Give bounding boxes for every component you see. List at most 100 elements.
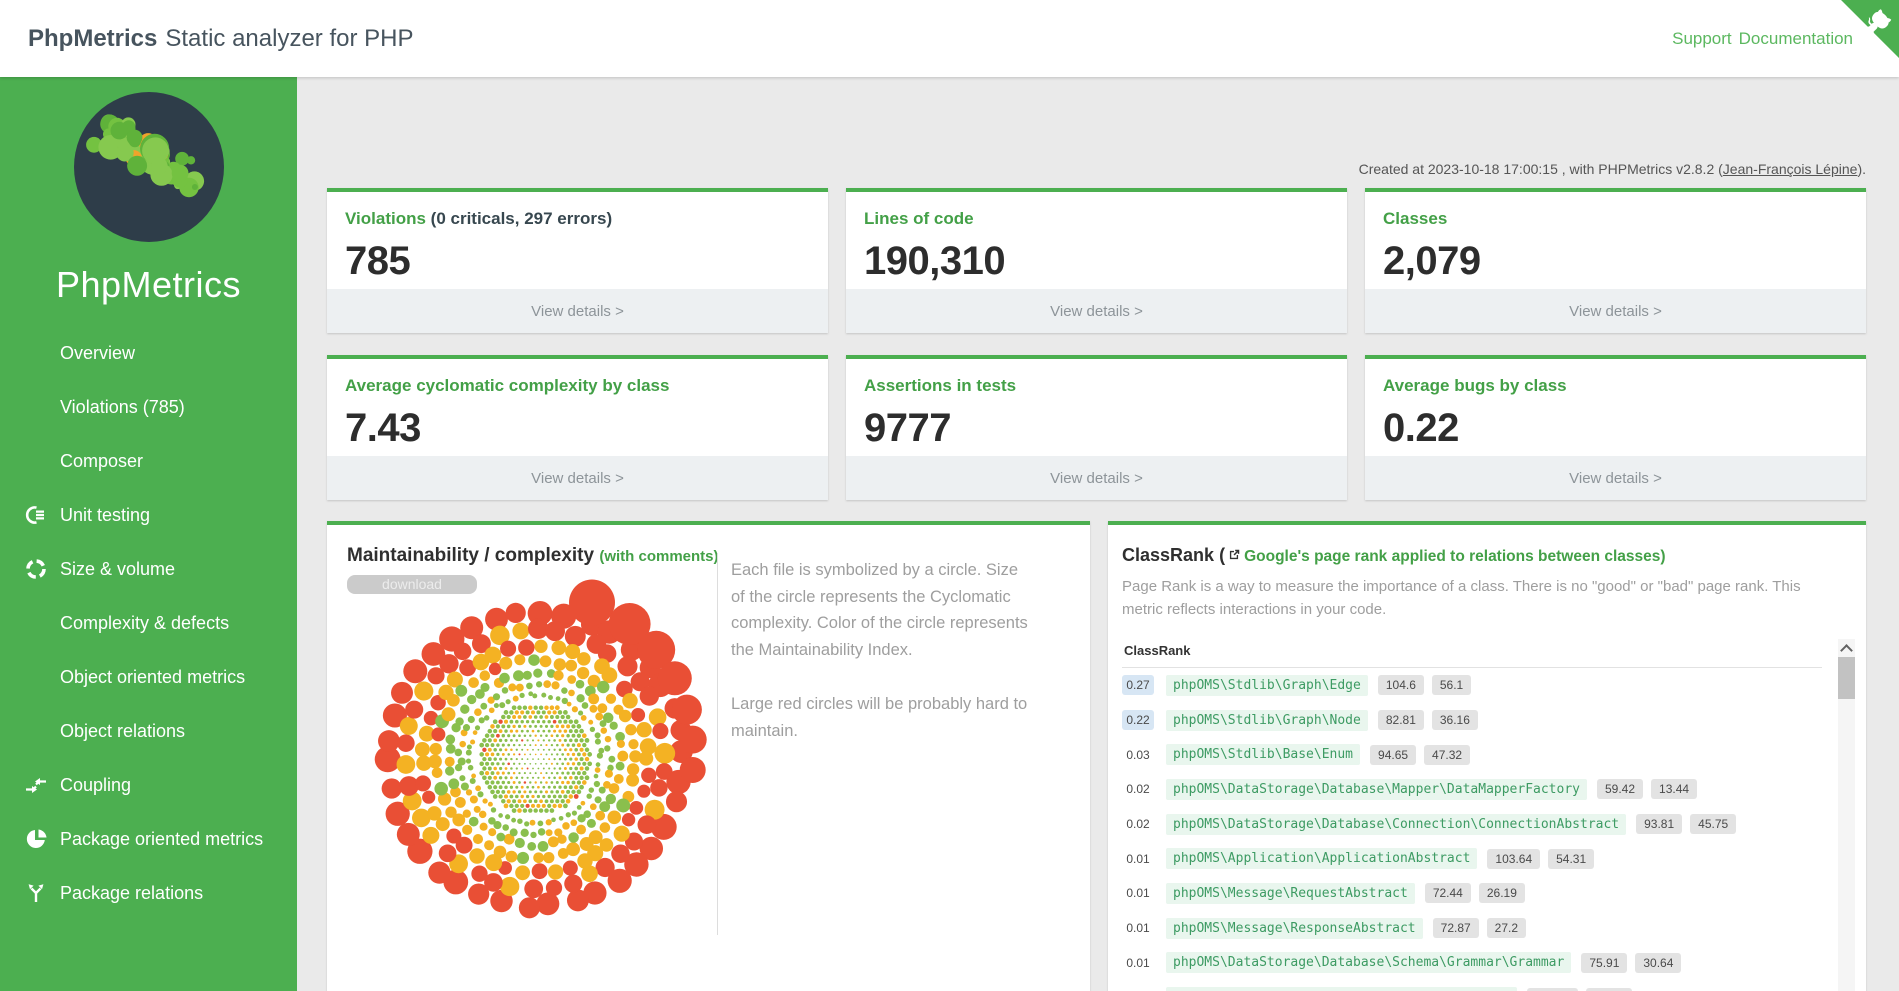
metric-card-value: 9777 xyxy=(864,406,1329,451)
sidebar-item-unit-testing[interactable]: Unit testing xyxy=(0,488,297,542)
class-name-link[interactable]: phpOMS\Stdlib\Graph\Edge xyxy=(1166,675,1368,696)
package-relations-icon xyxy=(24,881,48,905)
github-corner-link[interactable] xyxy=(1841,0,1899,58)
rank-badge: 0.01 xyxy=(1122,883,1154,903)
classrank-title: ClassRank (Google's page rank applied to… xyxy=(1122,545,1666,566)
metric-card-value: 7.43 xyxy=(345,406,810,451)
github-octocat-icon xyxy=(1841,0,1899,58)
table-row: 0.01 phpOMS\DataStorage\Database\Schema\… xyxy=(1122,946,1822,981)
table-row: 0.22 phpOMS\Stdlib\Graph\Node 82.81 36.1… xyxy=(1122,703,1822,738)
sidebar-item-package-relations[interactable]: Package relations xyxy=(0,866,297,920)
metrics-grid: Violations (0 criticals, 297 errors) 785… xyxy=(327,188,1866,500)
metric-card-value: 190,310 xyxy=(864,239,1329,284)
view-details-link[interactable]: View details > xyxy=(327,289,828,333)
class-name-link[interactable]: phpOMS\Message\RequestAbstract xyxy=(1166,883,1415,904)
rank-badge: 0.22 xyxy=(1122,710,1154,730)
metric-card-value: 2,079 xyxy=(1383,239,1848,284)
class-name-link[interactable]: phpOMS\DataStorage\Database\Mapper\DataM… xyxy=(1166,779,1587,800)
sidebar-item-object-relations[interactable]: Object relations xyxy=(0,704,297,758)
sidebar-item-label: Composer xyxy=(60,451,143,472)
ccn-badge: 27.2 xyxy=(1487,918,1526,938)
class-name-link[interactable]: phpOMS\DataStorage\Database\Schema\Gramm… xyxy=(1166,952,1571,973)
package-oriented-metrics-icon xyxy=(24,827,48,851)
sidebar-item-size-volume[interactable]: Size & volume xyxy=(0,542,297,596)
nav-link-documentation[interactable]: Documentation xyxy=(1739,29,1853,49)
coupling-icon xyxy=(24,773,48,797)
sidebar-item-label: Object relations xyxy=(60,721,185,742)
class-name-link[interactable]: phpOMS\Stdlib\Base\Enum xyxy=(1166,744,1360,765)
sidebar-item-label: Overview xyxy=(60,343,135,364)
metric-card-value: 785 xyxy=(345,239,810,284)
view-details-link[interactable]: View details > xyxy=(1365,289,1866,333)
sidebar-item-label: Unit testing xyxy=(60,505,150,526)
sidebar-item-composer[interactable]: Composer xyxy=(0,434,297,488)
maintainability-card: Maintainability / complexity (with comme… xyxy=(327,521,1090,991)
class-name-link[interactable]: phpOMS\Stdlib\Graph\Node xyxy=(1166,710,1368,731)
maintainability-bubble-chart[interactable] xyxy=(335,559,735,959)
metric-card-title-text: Assertions in tests xyxy=(864,376,1016,395)
chart-description: Each file is symbolized by a circle. Siz… xyxy=(731,557,1035,771)
metric-card-body: Average cyclomatic complexity by class 7… xyxy=(327,359,828,451)
metric-card-assertions-in-tests: Assertions in tests 9777 View details > xyxy=(846,355,1347,500)
sidebar-item-coupling[interactable]: Coupling xyxy=(0,758,297,812)
mi-badge: 59.42 xyxy=(1597,779,1643,799)
rank-badge: 0.03 xyxy=(1122,745,1154,765)
created-at-text: Created at 2023-10-18 17:00:15 , with PH… xyxy=(1359,161,1866,177)
metric-card-title-text: Violations xyxy=(345,209,426,228)
sidebar-logo xyxy=(74,92,224,242)
metric-card-body: Lines of code 190,310 xyxy=(846,192,1347,284)
mi-badge: 72.44 xyxy=(1425,883,1471,903)
metric-card-title: Assertions in tests xyxy=(864,376,1329,396)
rank-badge: 0.27 xyxy=(1122,675,1154,695)
unit-testing-icon xyxy=(24,503,48,527)
metric-card-title-text: Classes xyxy=(1383,209,1447,228)
metric-card-average-bugs-by-class: Average bugs by class 0.22 View details … xyxy=(1365,355,1866,500)
mi-badge: 103.64 xyxy=(1487,849,1540,869)
sidebar-menu: Overview Violations (785) Composer Unit … xyxy=(0,326,297,920)
class-name-link[interactable]: phpOMS\Message\ResponseAbstract xyxy=(1166,918,1423,939)
brand-name: PhpMetrics xyxy=(28,25,157,53)
scrollbar-thumb[interactable] xyxy=(1838,657,1855,699)
view-details-link[interactable]: View details > xyxy=(327,456,828,500)
bubble-chart-svg xyxy=(335,559,735,959)
sidebar: PhpMetrics Overview Violations (785) Com… xyxy=(0,77,297,991)
view-details-link[interactable]: View details > xyxy=(846,456,1347,500)
rank-badge: 0.01 xyxy=(1122,849,1154,869)
table-scrollbar[interactable] xyxy=(1838,639,1855,991)
view-details-link[interactable]: View details > xyxy=(1365,456,1866,500)
ccn-badge: 54.31 xyxy=(1548,849,1594,869)
metric-card-title: Classes xyxy=(1383,209,1848,229)
sidebar-item-label: Package relations xyxy=(60,883,203,904)
rank-badge: 0.01 xyxy=(1122,988,1154,991)
sidebar-item-object-oriented-metrics[interactable]: Object oriented metrics xyxy=(0,650,297,704)
metric-card-title: Average cyclomatic complexity by class xyxy=(345,376,810,396)
sidebar-item-violations-785[interactable]: Violations (785) xyxy=(0,380,297,434)
view-details-link[interactable]: View details > xyxy=(846,289,1347,333)
sidebar-item-complexity-defects[interactable]: Complexity & defects xyxy=(0,596,297,650)
class-name-link[interactable]: phpOMS\DataStorage\Database\Connection\C… xyxy=(1166,814,1626,835)
sidebar-item-label: Object oriented metrics xyxy=(60,667,245,688)
nav-link-support[interactable]: Support xyxy=(1672,29,1732,49)
table-row: 0.01 phpOMS\DataStorage\Database\Builder… xyxy=(1122,980,1822,991)
metric-card-title: Violations (0 criticals, 297 errors) xyxy=(345,209,810,229)
table-row: 0.27 phpOMS\Stdlib\Graph\Edge 104.6 56.1 xyxy=(1122,668,1822,703)
scrollbar-up-icon[interactable] xyxy=(1838,639,1855,656)
mi-badge: 72.87 xyxy=(1433,918,1479,938)
class-name-link[interactable]: phpOMS\Application\ApplicationAbstract xyxy=(1166,848,1477,869)
sidebar-item-label: Size & volume xyxy=(60,559,175,580)
created-prefix: Created at 2023-10-18 17:00:15 , with PH… xyxy=(1359,161,1723,177)
mi-badge: 93.81 xyxy=(1636,814,1682,834)
ccn-badge: 36.16 xyxy=(1432,710,1478,730)
metric-card-body: Violations (0 criticals, 297 errors) 785 xyxy=(327,192,828,284)
metric-card-body: Average bugs by class 0.22 xyxy=(1365,359,1866,451)
sidebar-item-overview[interactable]: Overview xyxy=(0,326,297,380)
chart-divider xyxy=(717,553,718,935)
class-name-link[interactable]: phpOMS\DataStorage\Database\BuilderAbstr… xyxy=(1166,987,1517,991)
author-link[interactable]: Jean-François Lépine xyxy=(1723,161,1858,177)
sidebar-item-package-oriented-metrics[interactable]: Package oriented metrics xyxy=(0,812,297,866)
main-content: Created at 2023-10-18 17:00:15 , with PH… xyxy=(297,77,1899,991)
rank-badge: 0.02 xyxy=(1122,779,1154,799)
mi-badge: 82.81 xyxy=(1378,710,1424,730)
ccn-badge: 56.1 xyxy=(1432,675,1471,695)
classrank-doc-link[interactable]: Google's page rank applied to relations … xyxy=(1244,548,1665,565)
